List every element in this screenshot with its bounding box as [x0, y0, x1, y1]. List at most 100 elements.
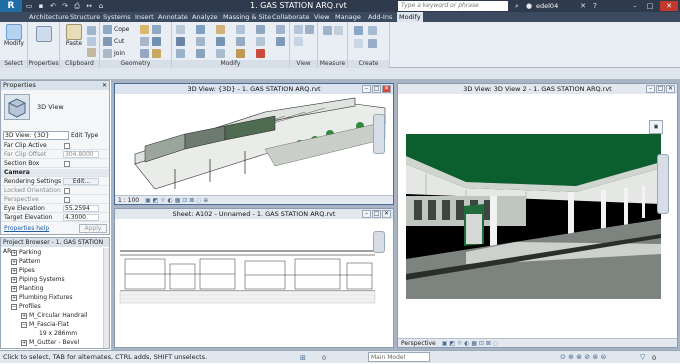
mirror-pick-axis-icon[interactable]	[216, 25, 225, 34]
tree-item[interactable]: + Planting	[11, 285, 43, 293]
browser-scrollbar[interactable]	[103, 248, 109, 348]
tab-annotate[interactable]: Annotate	[156, 12, 190, 22]
paint-icon[interactable]	[140, 37, 149, 46]
create-similar-icon[interactable]	[368, 39, 377, 48]
hide-icon[interactable]	[294, 25, 303, 34]
paste-button[interactable]: Paste	[64, 24, 84, 47]
undo-icon[interactable]: ↶	[48, 1, 58, 11]
measure-icon[interactable]: ↔	[84, 1, 94, 11]
navigation-bar[interactable]	[373, 231, 385, 253]
create-group-icon[interactable]	[354, 39, 363, 48]
expand-icon[interactable]: +	[11, 258, 17, 265]
expand-icon[interactable]: +	[11, 294, 17, 301]
expand-icon[interactable]: +	[11, 249, 17, 256]
view-restore-button[interactable]: □	[372, 210, 381, 218]
create-parts-icon[interactable]	[368, 26, 377, 35]
search-icon[interactable]: ⌕	[512, 1, 522, 11]
rendering-edit-button[interactable]: Edit...	[63, 178, 99, 185]
select-dropdown[interactable]: Select	[0, 60, 27, 68]
rotate-icon[interactable]	[216, 37, 225, 46]
split-icon[interactable]	[236, 37, 245, 46]
create-assembly-icon[interactable]	[354, 26, 363, 35]
maximize-button[interactable]: □	[645, 1, 655, 11]
save-icon[interactable]: ▪	[36, 1, 46, 11]
tree-item[interactable]: + Plumbing Fixtures	[11, 294, 72, 302]
prop-section-camera[interactable]: Camera	[1, 169, 109, 177]
array-icon[interactable]	[196, 49, 205, 58]
view-minimize-button[interactable]: –	[362, 210, 371, 218]
expand-icon[interactable]: +	[11, 276, 17, 283]
expand-icon[interactable]: +	[11, 267, 17, 274]
navigation-bar[interactable]	[657, 154, 669, 214]
tab-add-ins[interactable]: Add-Ins	[366, 12, 394, 22]
align-icon[interactable]	[176, 25, 185, 34]
tab-modify[interactable]: Modify	[397, 12, 423, 22]
cut-button[interactable]: Cut	[114, 38, 124, 45]
section-box-checkbox[interactable]	[64, 161, 70, 167]
view-close-button[interactable]: ✕	[382, 210, 391, 218]
tab-architecture[interactable]: Architecture	[27, 12, 71, 22]
visual-style-icons[interactable]: ▣ ◩ ☼ ◐ ▦ ⊡ ⊠ ◌	[442, 340, 498, 347]
view-restore-button[interactable]: □	[372, 85, 381, 93]
split-face-icon[interactable]	[152, 25, 161, 34]
close-properties-icon[interactable]: ✕	[102, 82, 107, 89]
navigation-bar[interactable]	[373, 114, 385, 154]
tree-item[interactable]: 19 x 286mm	[39, 330, 77, 338]
cut-icon[interactable]	[87, 26, 96, 35]
view-close-button[interactable]: ✕	[666, 85, 675, 93]
pin-icon[interactable]	[236, 49, 245, 58]
tab-manage[interactable]: Manage	[333, 12, 363, 22]
filter-icon[interactable]: ▽	[640, 351, 645, 363]
far-clip-checkbox[interactable]	[64, 143, 70, 149]
model-selector[interactable]: Main Model	[368, 352, 430, 362]
tree-item[interactable]: + M_Circular Handrail	[21, 312, 87, 320]
help-icon[interactable]: ?	[590, 1, 600, 11]
locked-orientation-checkbox[interactable]	[64, 188, 70, 194]
view-3d-default[interactable]: 3D View: {3D} - 1. GAS STATION ARQ.rvt –…	[114, 83, 394, 205]
tree-item[interactable]: − Profiles	[11, 303, 41, 311]
trim-icon[interactable]	[236, 25, 245, 34]
open-icon[interactable]: ▭	[24, 1, 34, 11]
tab-collaborate[interactable]: Collaborate	[270, 12, 311, 22]
tab-insert[interactable]: Insert	[133, 12, 156, 22]
tree-item[interactable]: + Pipes	[11, 267, 35, 275]
type-selector[interactable]: 3D View: {3D}	[3, 131, 69, 140]
offset-icon[interactable]	[196, 25, 205, 34]
exchange-icon[interactable]: ✕	[578, 1, 588, 11]
collapse-icon[interactable]: −	[21, 321, 27, 328]
edit-type-button[interactable]: Edit Type	[71, 132, 98, 139]
apply-button[interactable]: Apply	[79, 224, 107, 233]
collapse-icon[interactable]: −	[11, 303, 17, 310]
tab-systems[interactable]: Systems	[101, 12, 133, 22]
view-3d-perspective[interactable]: 3D View: 3D View 2 - 1. GAS STATION ARQ.…	[397, 83, 678, 348]
viewcube[interactable]: ▣	[649, 120, 663, 134]
view-mode[interactable]: Perspective	[401, 340, 436, 347]
tree-item[interactable]: + Pattern	[11, 258, 41, 266]
view-minimize-button[interactable]: –	[362, 85, 371, 93]
app-menu-button[interactable]: R	[0, 0, 22, 12]
remove-paint-icon[interactable]	[152, 49, 161, 58]
selection-filter-icons[interactable]: ⊙ ⊕ ⊗ ⊘ ⊛ ⊜	[560, 351, 606, 363]
view-sheet-a102[interactable]: Sheet: A102 - Unnamed - 1. GAS STATION A…	[114, 208, 394, 348]
trim-extend-icon[interactable]	[256, 25, 265, 34]
redo-icon[interactable]: ↷	[60, 1, 70, 11]
far-clip-offset-field[interactable]: 304.8000	[63, 151, 99, 158]
view-restore-button[interactable]: □	[656, 85, 665, 93]
search-input[interactable]: Type a keyword or phrase	[398, 1, 508, 11]
target-elevation-field[interactable]: 4.3000	[63, 214, 99, 221]
move-icon[interactable]	[176, 37, 185, 46]
tree-item[interactable]: − M_Fascia-Flat	[21, 321, 69, 329]
modify-button[interactable]: Modify	[3, 24, 25, 47]
visual-style-icons[interactable]: ▣ ◩ ☼ ◐ ▦ ⊡ ⊠ ◌ ⊕	[145, 197, 208, 204]
view-minimize-button[interactable]: –	[646, 85, 655, 93]
demolish-icon[interactable]	[152, 37, 161, 46]
mirror-icon[interactable]	[176, 49, 185, 58]
user-name[interactable]: edel04	[536, 2, 558, 10]
view-scale[interactable]: 1 : 100	[118, 197, 139, 204]
print-icon[interactable]: ⎙	[72, 1, 82, 11]
eye-elevation-field[interactable]: 55.2594	[63, 205, 99, 212]
user-icon[interactable]: ●	[524, 1, 534, 11]
join-button[interactable]: Join	[114, 50, 125, 57]
copy-icon[interactable]	[87, 37, 96, 46]
tree-item[interactable]: + Parking	[11, 249, 41, 257]
